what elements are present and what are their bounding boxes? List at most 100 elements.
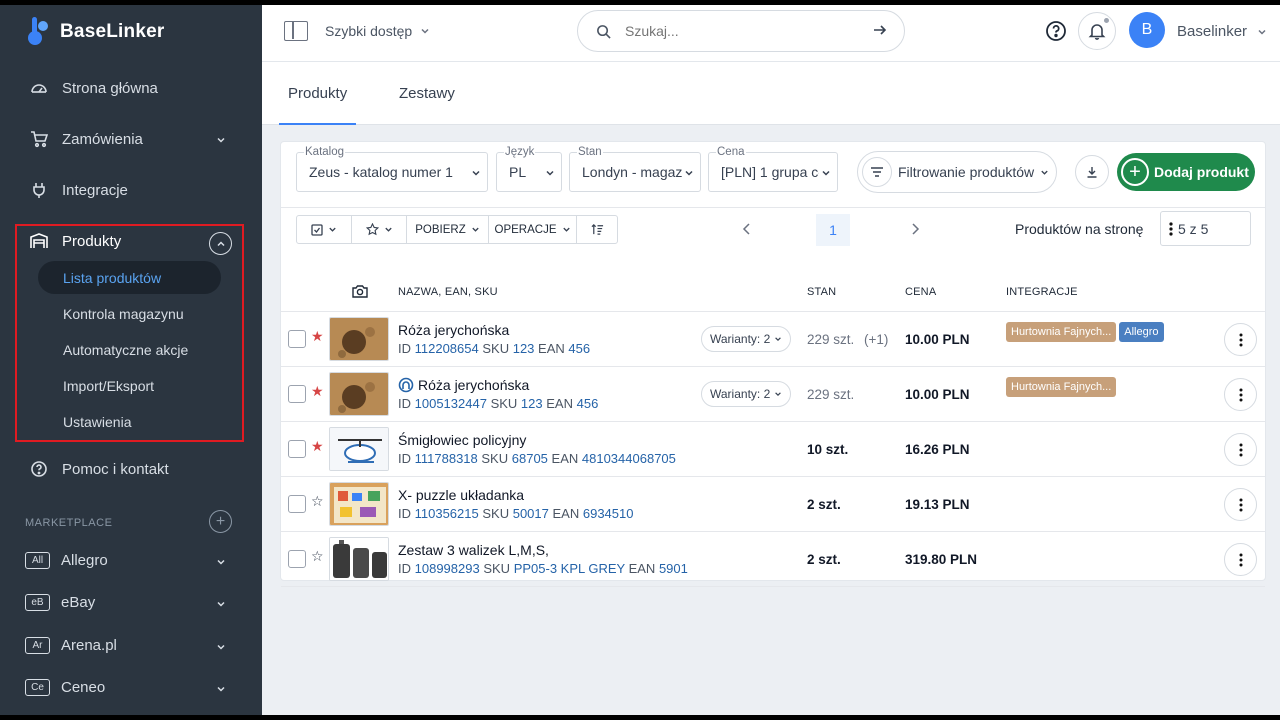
product-ean[interactable]: 456	[577, 396, 599, 411]
product-sku[interactable]: 68705	[512, 451, 548, 466]
product-sku[interactable]: 50017	[513, 506, 549, 521]
column-header-price[interactable]: CENA	[905, 286, 936, 298]
product-thumbnail[interactable]	[329, 372, 389, 416]
notifications-button[interactable]	[1078, 12, 1116, 50]
product-stock[interactable]: 229 szt.	[807, 387, 854, 402]
star-outline-icon[interactable]: ☆	[311, 493, 324, 510]
search-input[interactable]	[625, 23, 855, 39]
product-ean[interactable]: 5901	[659, 561, 688, 576]
variants-dropdown[interactable]: Warianty: 2	[701, 381, 792, 407]
product-stock[interactable]: 2 szt.	[807, 552, 841, 567]
sidebar-item-help[interactable]: Pomoc i kontakt	[0, 449, 262, 489]
star-filled-icon[interactable]: ★	[311, 438, 324, 455]
tab-sets[interactable]: Zestawy	[399, 62, 455, 125]
download-button[interactable]	[1075, 155, 1109, 189]
sidebar-subitem-stock-control[interactable]: Kontrola magazynu	[38, 297, 221, 330]
row-checkbox[interactable]	[288, 440, 306, 458]
row-checkbox[interactable]	[288, 330, 306, 348]
row-actions-button[interactable]	[1224, 323, 1257, 356]
fetch-dropdown[interactable]: POBIERZ	[407, 216, 489, 243]
sidebar-item-orders[interactable]: Zamówienia	[0, 119, 262, 159]
sidebar-toggle-icon[interactable]	[284, 21, 308, 41]
product-id-link[interactable]: 1005132447	[415, 396, 487, 411]
arrow-right-icon[interactable]	[872, 22, 888, 38]
column-header-stock[interactable]: STAN	[807, 286, 836, 298]
sort-button[interactable]	[577, 216, 617, 243]
integration-tag[interactable]: Hurtownia Fajnych...	[1006, 377, 1117, 397]
price-select[interactable]: Cena [PLN] 1 grupa ce	[708, 146, 838, 192]
product-price[interactable]: 319.80 PLN	[905, 552, 977, 567]
chevron-left-icon[interactable]	[741, 222, 753, 236]
sidebar-subitem-automatic-actions[interactable]: Automatyczne akcje	[38, 333, 221, 366]
select-all-dropdown[interactable]	[297, 216, 352, 243]
product-id-link[interactable]: 111788318	[415, 451, 478, 466]
variants-dropdown[interactable]: Warianty: 2	[701, 326, 792, 352]
table-row[interactable]: ☆ Zestaw 3 walizek L,M,S, ID 108998293 SKU…	[281, 532, 1265, 587]
marketplace-item-ebay[interactable]: eB eBay	[0, 583, 262, 621]
product-name[interactable]: Zestaw 3 walizek L,M,S,	[398, 542, 549, 558]
product-id-link[interactable]: 110356215	[415, 506, 479, 521]
marketplace-item-arena[interactable]: Ar Arena.pl	[0, 626, 262, 664]
product-price[interactable]: 10.00 PLN	[905, 387, 970, 402]
operations-dropdown[interactable]: OPERACJE	[489, 216, 577, 243]
product-id-link[interactable]: 108998293	[415, 561, 480, 576]
row-checkbox[interactable]	[288, 550, 306, 568]
star-filled-icon[interactable]: ★	[311, 328, 324, 345]
product-sku[interactable]: 123	[513, 341, 535, 356]
product-stock[interactable]: 10 szt.	[807, 442, 848, 457]
avatar[interactable]: B	[1129, 12, 1165, 48]
add-marketplace-button[interactable]: +	[209, 510, 232, 533]
table-row[interactable]: ★ Róża jerychońska ID 1005132447 SKU 123 E…	[281, 367, 1265, 422]
star-filter-dropdown[interactable]	[352, 216, 407, 243]
table-row[interactable]: ☆ X- puzzle układanka ID 110356215 SKU 500…	[281, 477, 1265, 532]
star-outline-icon[interactable]: ☆	[311, 548, 324, 565]
help-icon[interactable]	[1045, 20, 1067, 42]
product-name[interactable]: Róża jerychońska	[398, 377, 529, 393]
marketplace-item-allegro[interactable]: All Allegro	[0, 541, 262, 579]
marketplace-item-ceneo[interactable]: Ce Ceneo	[0, 668, 262, 706]
quick-access-dropdown[interactable]: Szybki dostęp	[325, 23, 430, 39]
sidebar-item-integrations[interactable]: Integracje	[0, 170, 262, 210]
product-thumbnail[interactable]	[329, 482, 389, 526]
user-menu[interactable]: Baselinker	[1177, 23, 1267, 40]
table-row[interactable]: ★ Róża jerychońska ID 112208654 SKU 123 EA…	[281, 312, 1265, 367]
tab-products[interactable]: Produkty	[278, 62, 357, 125]
per-page-select[interactable]: 5 z 5	[1160, 211, 1251, 246]
row-actions-button[interactable]	[1224, 488, 1257, 521]
current-page[interactable]: 1	[816, 214, 850, 246]
star-filled-icon[interactable]: ★	[311, 383, 324, 400]
product-name[interactable]: Róża jerychońska	[398, 322, 509, 338]
row-checkbox[interactable]	[288, 495, 306, 513]
product-price[interactable]: 16.26 PLN	[905, 442, 970, 457]
product-sku[interactable]: PP05-3 KPL GREY	[514, 561, 625, 576]
row-actions-button[interactable]	[1224, 543, 1257, 576]
sidebar-item-home[interactable]: Strona główna	[0, 68, 262, 108]
product-ean[interactable]: 6934510	[583, 506, 634, 521]
product-stock[interactable]: 2 szt.	[807, 497, 841, 512]
product-ean[interactable]: 4810344068705	[582, 451, 676, 466]
product-sku[interactable]: 123	[521, 396, 543, 411]
add-product-button[interactable]: + Dodaj produkt	[1117, 153, 1255, 191]
sidebar-subitem-import-export[interactable]: Import/Eksport	[38, 369, 221, 402]
chevron-right-icon[interactable]	[909, 222, 921, 236]
product-price[interactable]: 19.13 PLN	[905, 497, 970, 512]
product-id-link[interactable]: 112208654	[415, 341, 479, 356]
row-checkbox[interactable]	[288, 385, 306, 403]
row-actions-button[interactable]	[1224, 433, 1257, 466]
catalog-select[interactable]: Katalog Zeus - katalog numer 1	[296, 146, 488, 192]
sidebar-subitem-settings[interactable]: Ustawienia	[38, 405, 221, 438]
product-name[interactable]: X- puzzle układanka	[398, 487, 524, 503]
table-row[interactable]: ★ Śmigłowiec policyjny ID 111788318 SKU 68…	[281, 422, 1265, 477]
product-thumbnail[interactable]	[329, 427, 389, 471]
product-ean[interactable]: 456	[568, 341, 590, 356]
stock-select[interactable]: Stan Londyn - magaz	[569, 146, 701, 192]
column-header-name[interactable]: NAZWA, EAN, SKU	[398, 286, 498, 298]
product-stock[interactable]: 229 szt.	[807, 332, 854, 347]
filter-products-button[interactable]: Filtrowanie produktów	[857, 151, 1057, 193]
collapse-products-button[interactable]	[209, 232, 232, 255]
language-select[interactable]: Język PL	[496, 146, 562, 192]
integration-tag[interactable]: Hurtownia Fajnych...	[1006, 322, 1117, 342]
product-thumbnail[interactable]	[329, 537, 389, 581]
product-thumbnail[interactable]	[329, 317, 389, 361]
row-actions-button[interactable]	[1224, 378, 1257, 411]
